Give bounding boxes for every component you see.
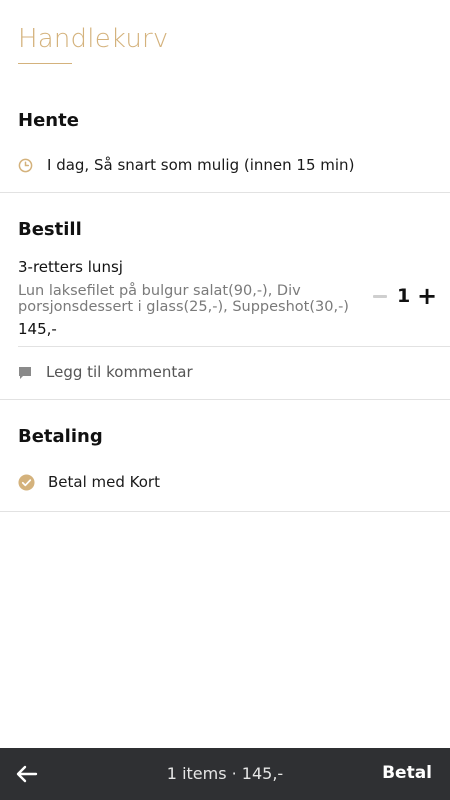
divider bbox=[0, 399, 450, 400]
header: Handlekurv bbox=[18, 24, 169, 54]
minus-icon bbox=[373, 294, 387, 298]
increase-quantity-button[interactable]: + bbox=[417, 284, 437, 308]
add-comment-link[interactable]: Legg til kommentar bbox=[46, 363, 193, 381]
payment-method[interactable]: Betal med Kort bbox=[48, 473, 160, 491]
divider bbox=[0, 192, 450, 193]
payment-section-title: Betaling bbox=[18, 426, 103, 447]
comment-icon bbox=[19, 367, 31, 379]
item-price: 145,- bbox=[18, 320, 57, 338]
item-quantity: 1 bbox=[397, 285, 411, 307]
pickup-time[interactable]: I dag, Så snart som mulig (innen 15 min) bbox=[47, 156, 354, 174]
pickup-section-title: Hente bbox=[18, 110, 79, 131]
item-description: Lun laksefilet på bulgur salat(90,-), Di… bbox=[18, 283, 349, 315]
title-underline bbox=[18, 63, 72, 64]
decrease-quantity-button[interactable] bbox=[372, 286, 388, 306]
page-title: Handlekurv bbox=[18, 24, 169, 54]
pay-button[interactable]: Betal bbox=[382, 763, 432, 783]
divider bbox=[0, 511, 450, 512]
order-section-title: Bestill bbox=[18, 219, 82, 240]
divider bbox=[18, 346, 450, 347]
clock-icon bbox=[18, 158, 33, 173]
item-name: 3-retters lunsj bbox=[18, 258, 123, 276]
bottom-bar: 1 items · 145,- Betal bbox=[0, 748, 450, 800]
check-circle-icon bbox=[18, 474, 35, 491]
